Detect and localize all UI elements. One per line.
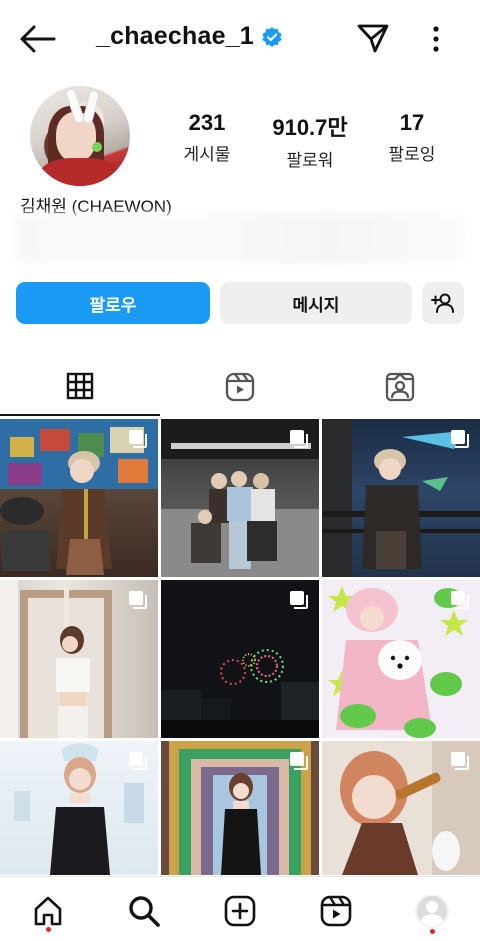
multiple-photos-icon	[129, 591, 147, 609]
notification-dot	[430, 929, 435, 934]
post-thumbnail[interactable]	[161, 580, 319, 738]
reels-icon	[225, 372, 255, 402]
avatar-outfit	[40, 158, 120, 186]
posts-count: 231	[188, 110, 226, 135]
post-thumbnail[interactable]	[161, 419, 319, 577]
tab-grid[interactable]	[0, 358, 160, 416]
verified-badge-icon	[262, 26, 282, 47]
reels-icon	[320, 895, 352, 927]
more-icon[interactable]	[428, 24, 444, 54]
multiple-photos-icon	[290, 591, 308, 609]
tagged-icon	[385, 372, 415, 402]
nav-reels[interactable]	[316, 891, 356, 931]
post-thumbnail[interactable]	[0, 741, 158, 875]
post-thumbnail[interactable]	[0, 419, 158, 577]
post-thumbnail[interactable]	[161, 741, 319, 875]
profile-tabs	[0, 358, 480, 416]
follow-button[interactable]: 팔로우	[16, 282, 210, 324]
nav-home[interactable]	[28, 891, 68, 932]
avatar-mic	[92, 142, 102, 152]
tab-tagged[interactable]	[320, 358, 480, 416]
post-thumbnail[interactable]	[322, 580, 480, 738]
nav-search[interactable]	[124, 891, 164, 931]
nav-profile[interactable]	[412, 891, 452, 934]
posts-label: 게시물	[183, 145, 231, 164]
nav-create[interactable]	[220, 891, 260, 931]
stat-following[interactable]: 17 팔로잉	[384, 110, 440, 165]
post-thumbnail[interactable]	[322, 419, 480, 577]
multiple-photos-icon	[290, 430, 308, 448]
multiple-photos-icon	[451, 752, 469, 770]
multiple-photos-icon	[290, 752, 308, 770]
back-arrow-icon[interactable]	[18, 24, 56, 54]
suggested-accounts-button[interactable]	[422, 282, 464, 324]
notification-dot	[46, 927, 51, 932]
tab-reels[interactable]	[160, 358, 320, 416]
search-icon	[129, 896, 160, 927]
following-label: 팔로잉	[388, 145, 436, 164]
home-icon	[34, 896, 62, 926]
username-row: _chaechae_1	[96, 22, 282, 51]
multiple-photos-icon	[451, 430, 469, 448]
add-person-icon	[431, 293, 454, 313]
profile-avatar[interactable]	[30, 86, 130, 186]
followers-count: 910.7만	[272, 115, 348, 140]
post-thumbnail[interactable]	[322, 741, 480, 875]
bio-area	[14, 212, 466, 264]
message-button[interactable]: 메시지	[220, 282, 412, 324]
default-avatar-icon	[420, 901, 444, 926]
username: _chaechae_1	[96, 22, 254, 50]
stat-followers[interactable]: 910.7만 팔로워	[264, 110, 356, 171]
multiple-photos-icon	[451, 591, 469, 609]
multiple-photos-icon	[129, 430, 147, 448]
profile-header: _chaechae_1	[0, 0, 480, 78]
grid-icon	[66, 372, 94, 400]
multiple-photos-icon	[129, 752, 147, 770]
post-thumbnail[interactable]	[0, 580, 158, 738]
profile-icon	[415, 894, 449, 928]
create-icon	[224, 895, 256, 927]
send-icon[interactable]	[356, 22, 390, 54]
followers-label: 팔로워	[286, 151, 334, 170]
bottom-navigation	[0, 876, 480, 941]
following-count: 17	[399, 110, 425, 135]
stat-posts[interactable]: 231 게시물	[180, 110, 234, 165]
